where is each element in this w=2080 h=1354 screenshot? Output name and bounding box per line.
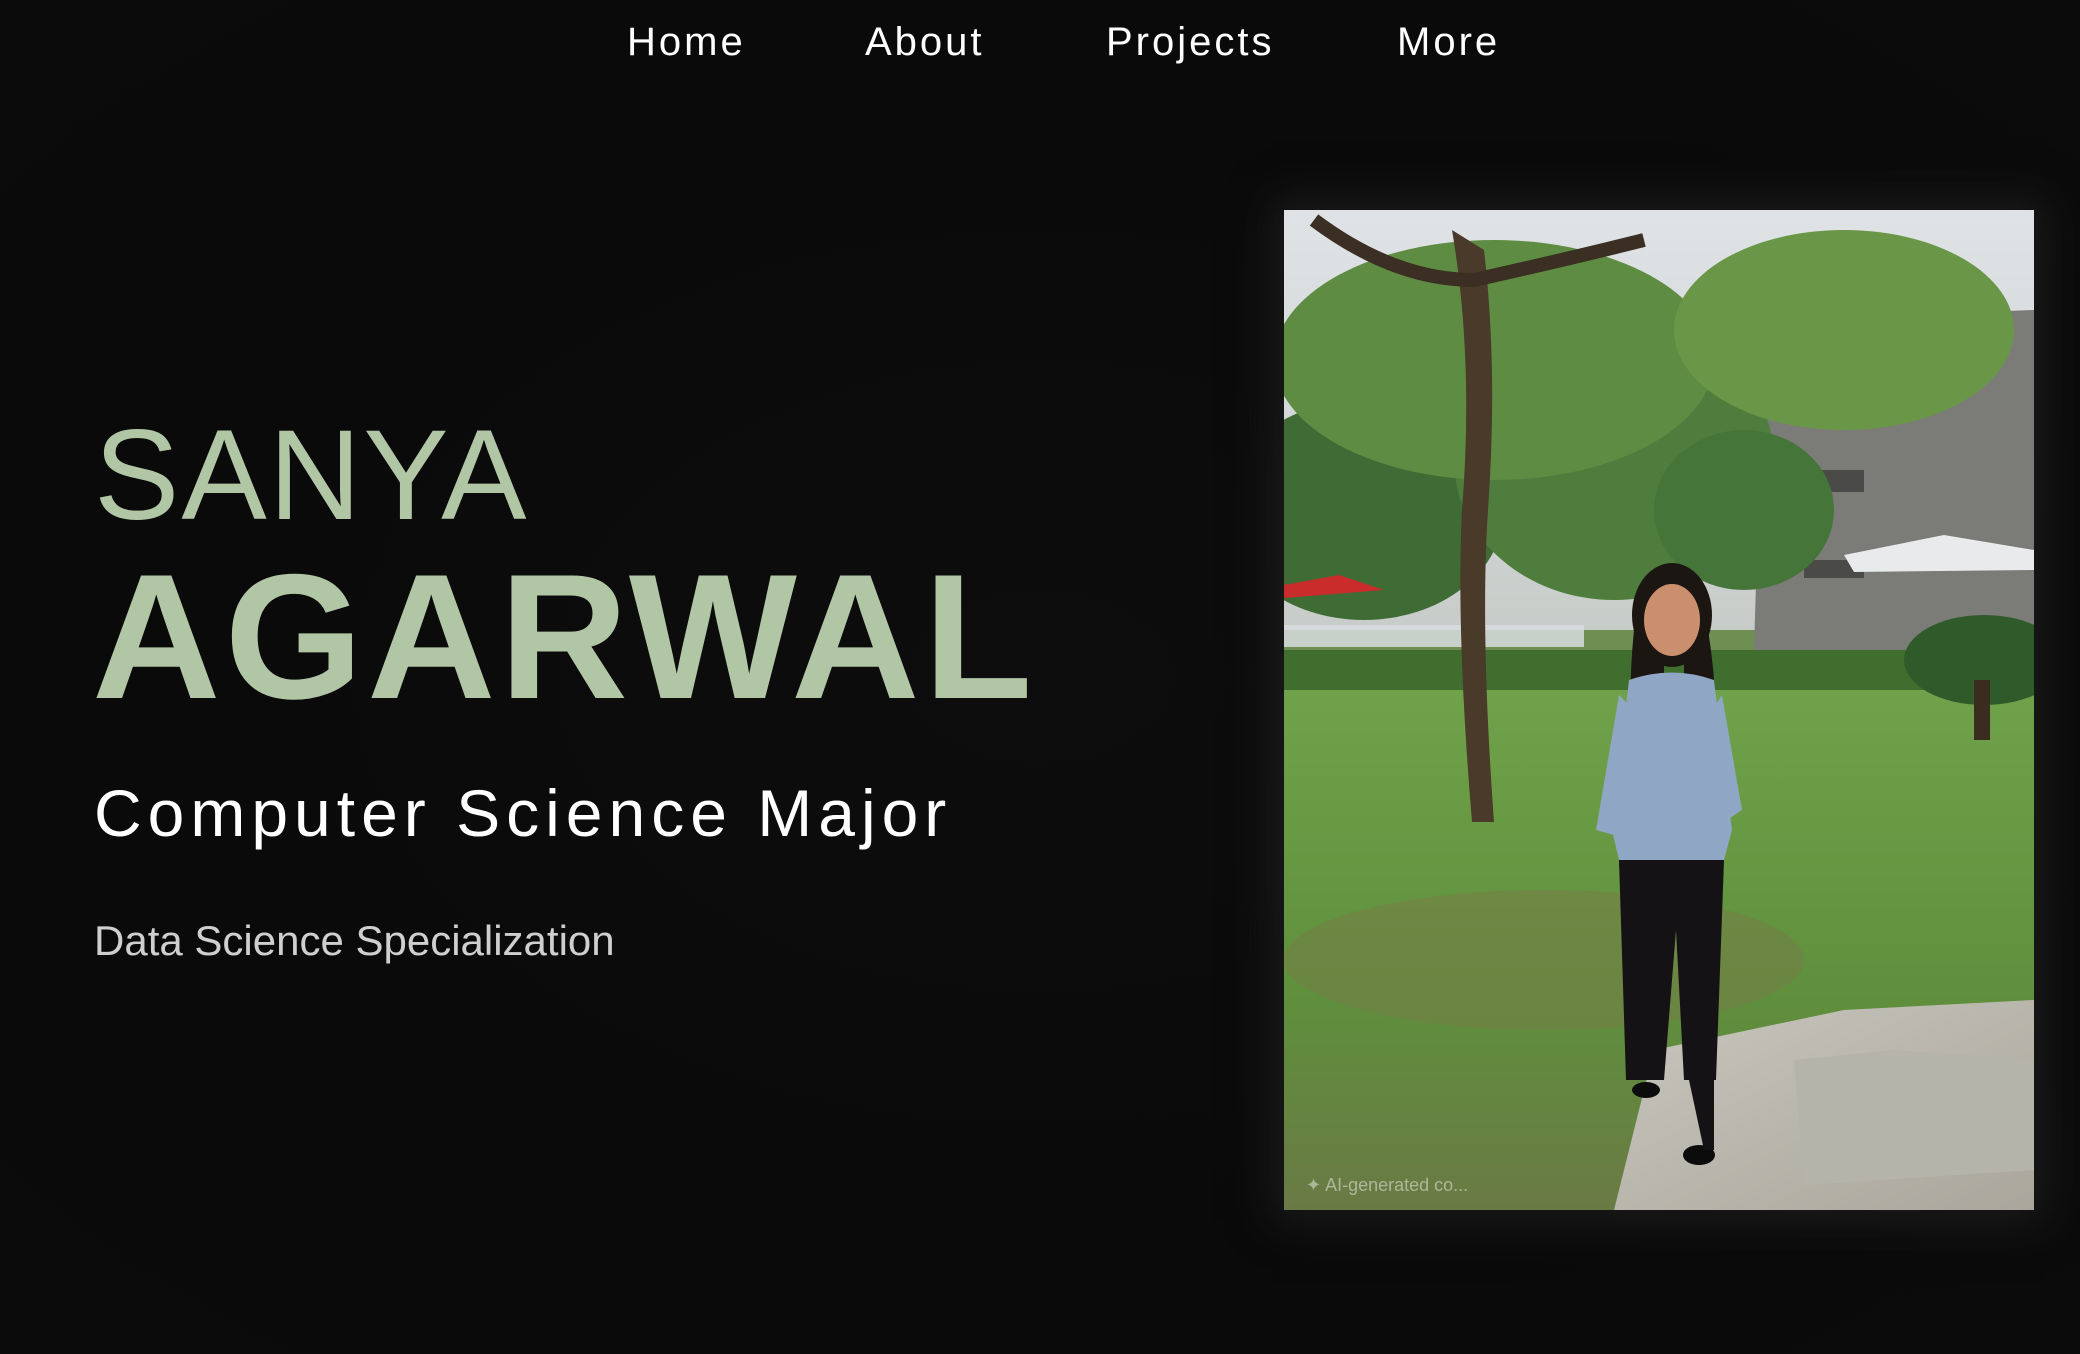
hero-major: Computer Science Major (94, 776, 953, 850)
profile-photo-illustration (1284, 210, 2034, 1210)
hero-specialization: Data Science Specialization (94, 917, 615, 964)
hero-last-name: AGARWAL (92, 537, 1037, 736)
profile-photo: ✦ AI-generated co... (1284, 210, 2034, 1210)
top-nav: Home About Projects More (0, 0, 2080, 90)
nav-item-more[interactable]: More (1397, 20, 1500, 65)
hero-first-name: SANYA (94, 404, 529, 547)
nav-item-projects[interactable]: Projects (1106, 20, 1275, 65)
nav-item-home[interactable]: Home (627, 20, 746, 65)
nav-item-about[interactable]: About (865, 20, 985, 65)
photo-watermark: ✦ AI-generated co... (1306, 1175, 1469, 1195)
